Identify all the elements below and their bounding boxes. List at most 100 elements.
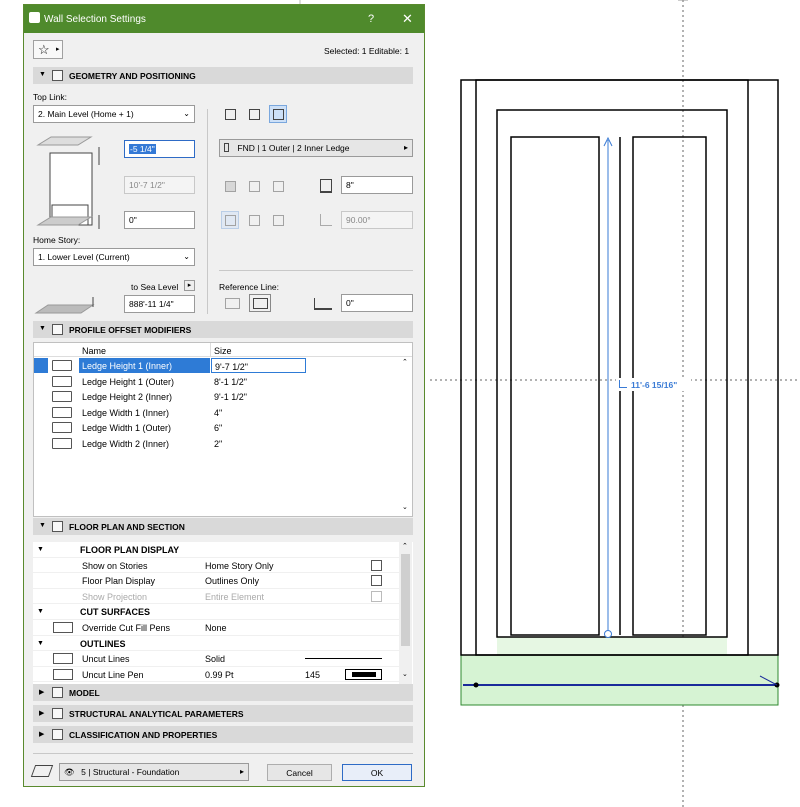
property-value[interactable]: None <box>205 623 227 633</box>
section-floor-plan-header[interactable]: ▼ FLOOR PLAN AND SECTION <box>33 518 413 535</box>
scroll-up-icon[interactable]: ⌃ <box>402 358 408 366</box>
section-structural-header[interactable]: ▶ STRUCTURAL ANALYTICAL PARAMETERS <box>33 705 413 722</box>
close-button[interactable]: ✕ <box>402 11 413 27</box>
geometry-double-slanted-button <box>269 211 287 229</box>
floor-plan-properties: ▼ FLOOR PLAN DISPLAY Show on Stories Home … <box>33 542 413 684</box>
reference-line-button-2[interactable] <box>249 294 271 312</box>
thickness-icon <box>320 179 332 193</box>
sea-level-field[interactable]: 888'-11 1/4" <box>124 295 195 313</box>
section-geometry-header[interactable]: ▼ GEOMETRY AND POSITIONING <box>33 67 413 84</box>
help-button[interactable]: ? <box>368 13 374 25</box>
home-story-select[interactable]: 1. Lower Level (Current) ⌄ <box>33 248 195 266</box>
section-classification-header[interactable]: ▶ CLASSIFICATION AND PROPERTIES <box>33 726 413 743</box>
model-icon <box>52 687 63 698</box>
row-size[interactable]: 9'-1 1/2" <box>211 389 306 404</box>
group-outlines[interactable]: ▼ OUTLINES <box>33 636 399 652</box>
property-show-on-stories[interactable]: Show on Stories Home Story Only <box>33 558 399 574</box>
title-bar[interactable]: Wall Selection Settings ? ✕ <box>24 5 424 33</box>
ledge-profile-icon <box>52 391 72 403</box>
wall-straight-icon <box>225 109 236 120</box>
structural-icon <box>52 708 63 719</box>
scroll-down-icon[interactable]: ⌄ <box>402 670 408 678</box>
wall-type-profiled-button[interactable] <box>269 105 287 123</box>
uncut-lines-icon <box>53 653 73 665</box>
wall-type-straight-button[interactable] <box>221 105 239 123</box>
sea-level-menu-button[interactable]: ▸ <box>184 280 195 291</box>
expand-triangle-icon: ▶ <box>39 689 45 696</box>
property-uncut-line-pen[interactable]: Uncut Line Pen 0.99 Pt 145 <box>33 667 399 683</box>
ok-button[interactable]: OK <box>342 764 412 781</box>
top-link-select[interactable]: 2. Main Level (Home + 1) ⌄ <box>33 105 195 123</box>
sea-level-label: to Sea Level <box>131 282 179 292</box>
property-uncut-lines[interactable]: Uncut Lines Solid <box>33 651 399 667</box>
ledge-profile-icon <box>52 375 72 387</box>
table-row[interactable]: Ledge Height 2 (Inner) 9'-1 1/2" <box>34 389 404 405</box>
table-scrollbar[interactable] <box>400 357 412 516</box>
wall-selection-settings-dialog: Wall Selection Settings ? ✕ ☆ ▸ Selected… <box>23 4 425 787</box>
bottom-offset-field[interactable]: 0" <box>124 211 195 229</box>
column-divider <box>210 343 211 357</box>
collapse-triangle-icon: ▼ <box>37 546 44 553</box>
cancel-button[interactable]: Cancel <box>267 764 332 781</box>
profile-select[interactable]: FND | 1 Outer | 2 Inner Ledge ▸ <box>219 139 413 157</box>
section-classification-label: CLASSIFICATION AND PROPERTIES <box>69 730 218 740</box>
profile-icon <box>224 143 229 152</box>
property-floor-plan-display[interactable]: Floor Plan Display Outlines Only <box>33 573 399 589</box>
group-floor-plan-display[interactable]: ▼ FLOOR PLAN DISPLAY <box>33 542 399 558</box>
property-value[interactable]: Home Story Only <box>205 561 274 571</box>
cut-icon <box>273 181 284 192</box>
table-row[interactable]: Ledge Height 1 (Inner) 9'-7 1/2" <box>34 358 404 374</box>
pen-swatch[interactable] <box>345 668 382 680</box>
property-value[interactable]: 0.99 Pt <box>205 670 234 680</box>
scrollbar-thumb[interactable] <box>401 554 410 646</box>
scroll-up-icon[interactable]: ⌃ <box>402 542 408 550</box>
row-size[interactable]: 8'-1 1/2" <box>211 374 306 389</box>
thickness-field[interactable]: 8" <box>341 176 413 194</box>
pen-number: 145 <box>305 669 321 680</box>
vertical-divider <box>207 109 208 314</box>
profile-modifiers-icon <box>52 324 63 335</box>
property-value[interactable]: Outlines Only <box>205 576 259 586</box>
double-slanted-icon <box>273 215 284 226</box>
profile-value: FND | 1 Outer | 2 Inner Ledge <box>237 143 350 153</box>
row-name: Ledge Width 1 (Inner) <box>82 407 170 418</box>
section-geometry-label: GEOMETRY AND POSITIONING <box>69 71 196 81</box>
column-header-size[interactable]: Size <box>214 346 232 356</box>
row-size[interactable]: 2" <box>211 436 306 451</box>
row-name: Ledge Width 1 (Outer) <box>82 423 172 434</box>
layers-icon <box>30 765 54 777</box>
archicad-logo-icon <box>29 12 40 23</box>
scroll-down-icon[interactable]: ⌄ <box>402 503 408 511</box>
table-row[interactable]: Ledge Width 1 (Outer) 6" <box>34 420 404 436</box>
row-size[interactable]: 4" <box>211 405 306 420</box>
wall-type-trapezoid-button[interactable] <box>245 105 263 123</box>
reference-line-label: Reference Line: <box>219 282 280 292</box>
table-row[interactable]: Ledge Width 1 (Inner) 4" <box>34 405 404 421</box>
table-row[interactable]: Ledge Height 1 (Outer) 8'-1 1/2" <box>34 374 404 390</box>
property-override-cut-fill-pens[interactable]: Override Cut Fill Pens None <box>33 620 399 636</box>
layer-select[interactable]: 👁 5 | Structural - Foundation ▸ <box>59 763 249 781</box>
table-row[interactable]: Ledge Width 2 (Inner) 2" <box>34 436 404 452</box>
column-header-name[interactable]: Name <box>82 346 106 356</box>
row-size[interactable]: 9'-7 1/2" <box>211 358 306 373</box>
cube-icon <box>371 575 382 587</box>
reference-line-icon <box>225 298 240 309</box>
dimension-label[interactable]: 11'-6 15/16" <box>631 380 677 390</box>
geometry-straight-button <box>221 211 239 229</box>
property-name: Show Projection <box>82 591 148 602</box>
expand-triangle-icon: ▶ <box>39 731 45 738</box>
group-cut-surfaces[interactable]: ▼ CUT SURFACES <box>33 604 399 620</box>
section-profile-modifiers-header[interactable]: ▼ PROFILE OFFSET MODIFIERS <box>33 321 413 338</box>
row-size[interactable]: 6" <box>211 420 306 435</box>
row-name: Ledge Height 2 (Inner) <box>82 392 173 403</box>
eye-icon: 👁 <box>64 767 75 777</box>
top-offset-field[interactable]: -5 1/4" <box>124 140 195 158</box>
ref-offset-field[interactable]: 0" <box>341 294 413 312</box>
section-model-header[interactable]: ▶ MODEL <box>33 684 413 701</box>
favorites-button[interactable]: ☆ ▸ <box>33 40 63 59</box>
dimension-icon <box>619 380 627 388</box>
property-value[interactable]: Solid <box>205 654 225 664</box>
section-floor-plan-label: FLOOR PLAN AND SECTION <box>69 522 185 532</box>
group-label: FLOOR PLAN DISPLAY <box>80 545 180 555</box>
dialog-title: Wall Selection Settings <box>44 14 146 25</box>
